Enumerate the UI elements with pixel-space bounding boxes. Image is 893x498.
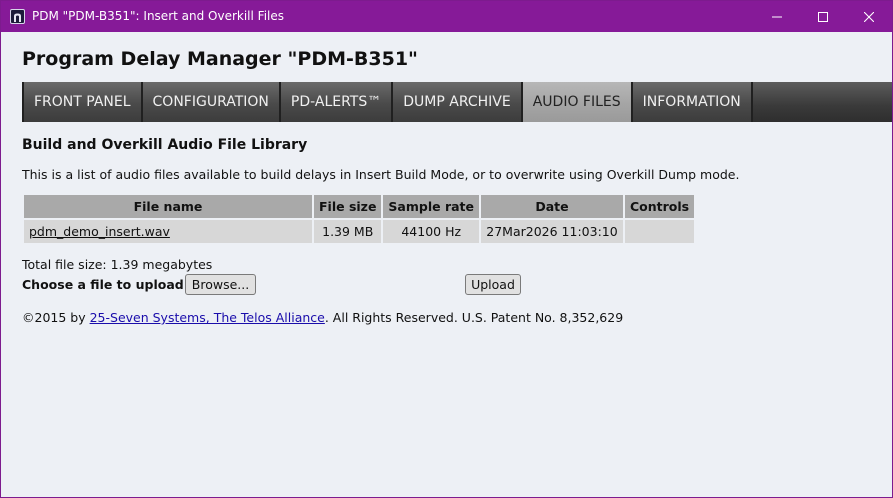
file-name-cell: pdm_demo_insert.wav [24,220,312,243]
column-header-date: Date [481,195,623,218]
minimize-button[interactable] [754,1,800,32]
close-button[interactable] [846,1,892,32]
controls-cell [625,220,695,243]
tab-pd-alerts[interactable]: PD-ALERTS™ [280,82,394,122]
maximize-icon [818,11,828,22]
close-icon [864,11,874,22]
table-row: pdm_demo_insert.wav 1.39 MB 44100 Hz 27M… [24,220,695,243]
tab-front-panel[interactable]: FRONT PANEL [22,82,143,122]
table-header-row: File name File size Sample rate Date Con… [24,195,695,218]
maximize-button[interactable] [800,1,846,32]
page-title: Program Delay Manager "PDM-B351" [22,48,418,70]
page-content: Program Delay Manager "PDM-B351" FRONT P… [1,32,892,497]
footer-prefix: ©2015 by [22,310,90,325]
upload-button[interactable]: Upload [465,274,521,295]
section-description: This is a list of audio files available … [22,167,740,182]
column-header-file-name: File name [24,195,312,218]
sample-rate-cell: 44100 Hz [383,220,479,243]
column-header-controls: Controls [625,195,695,218]
browse-button[interactable]: Browse... [185,274,256,295]
file-size-cell: 1.39 MB [314,220,382,243]
footer-suffix: . All Rights Reserved. U.S. Patent No. 8… [324,310,624,325]
column-header-file-size: File size [314,195,382,218]
date-cell: 27Mar2026 11:03:10 [481,220,623,243]
minimize-icon [772,16,782,17]
tab-audio-files[interactable]: AUDIO FILES [522,82,633,122]
tab-configuration[interactable]: CONFIGURATION [142,82,281,122]
total-file-size: Total file size: 1.39 megabytes [22,257,213,272]
section-title: Build and Overkill Audio File Library [22,137,308,153]
app-icon [10,9,25,24]
footer-copyright: ©2015 by 25-Seven Systems, The Telos All… [22,310,623,325]
nav-bar: FRONT PANEL CONFIGURATION PD-ALERTS™ DUM… [22,82,892,122]
column-header-sample-rate: Sample rate [383,195,479,218]
audio-file-table: File name File size Sample rate Date Con… [22,193,696,245]
app-window: PDM "PDM-B351": Insert and Overkill File… [0,0,893,498]
upload-label: Choose a file to upload: [22,277,189,292]
window-title: PDM "PDM-B351": Insert and Overkill File… [32,9,284,23]
company-link[interactable]: 25-Seven Systems, The Telos Alliance [90,310,325,325]
tab-dump-archive[interactable]: DUMP ARCHIVE [393,82,523,122]
title-bar[interactable]: PDM "PDM-B351": Insert and Overkill File… [1,1,892,32]
file-link[interactable]: pdm_demo_insert.wav [29,224,170,239]
tab-information[interactable]: INFORMATION [632,82,753,122]
upload-form: Choose a file to upload: Browse... Uploa… [22,274,542,296]
